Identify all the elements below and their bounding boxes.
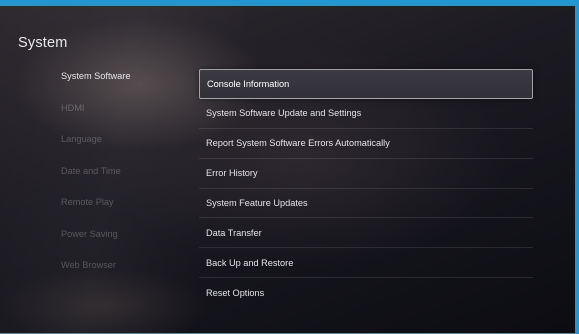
- window-frame: System System Software HDMI Language Dat…: [0, 0, 579, 334]
- menu-item-system-software-update[interactable]: System Software Update and Settings: [199, 99, 533, 129]
- menu-item-error-history[interactable]: Error History: [199, 159, 533, 189]
- sidebar-item-remote-play[interactable]: Remote Play: [61, 192, 181, 224]
- menu-item-reset-options[interactable]: Reset Options: [199, 278, 533, 308]
- sidebar-item-hdmi[interactable]: HDMI: [61, 98, 181, 130]
- menu-item-data-transfer[interactable]: Data Transfer: [199, 218, 533, 249]
- menu-item-back-up-and-restore[interactable]: Back Up and Restore: [199, 248, 533, 279]
- sidebar-item-system-software[interactable]: System Software: [61, 66, 181, 98]
- sidebar-item-language[interactable]: Language: [61, 129, 181, 161]
- page-title: System: [18, 35, 68, 51]
- sidebar-item-power-saving[interactable]: Power Saving: [61, 224, 181, 256]
- settings-screen: System System Software HDMI Language Dat…: [0, 6, 575, 333]
- sidebar: System Software HDMI Language Date and T…: [61, 66, 181, 287]
- settings-list: Console Information System Software Upda…: [199, 69, 533, 308]
- menu-item-report-errors[interactable]: Report System Software Errors Automatica…: [199, 129, 533, 159]
- sidebar-item-date-and-time[interactable]: Date and Time: [61, 161, 181, 193]
- menu-item-system-feature-updates[interactable]: System Feature Updates: [199, 189, 533, 219]
- menu-item-console-information[interactable]: Console Information: [199, 69, 533, 99]
- sidebar-item-web-browser[interactable]: Web Browser: [61, 255, 181, 287]
